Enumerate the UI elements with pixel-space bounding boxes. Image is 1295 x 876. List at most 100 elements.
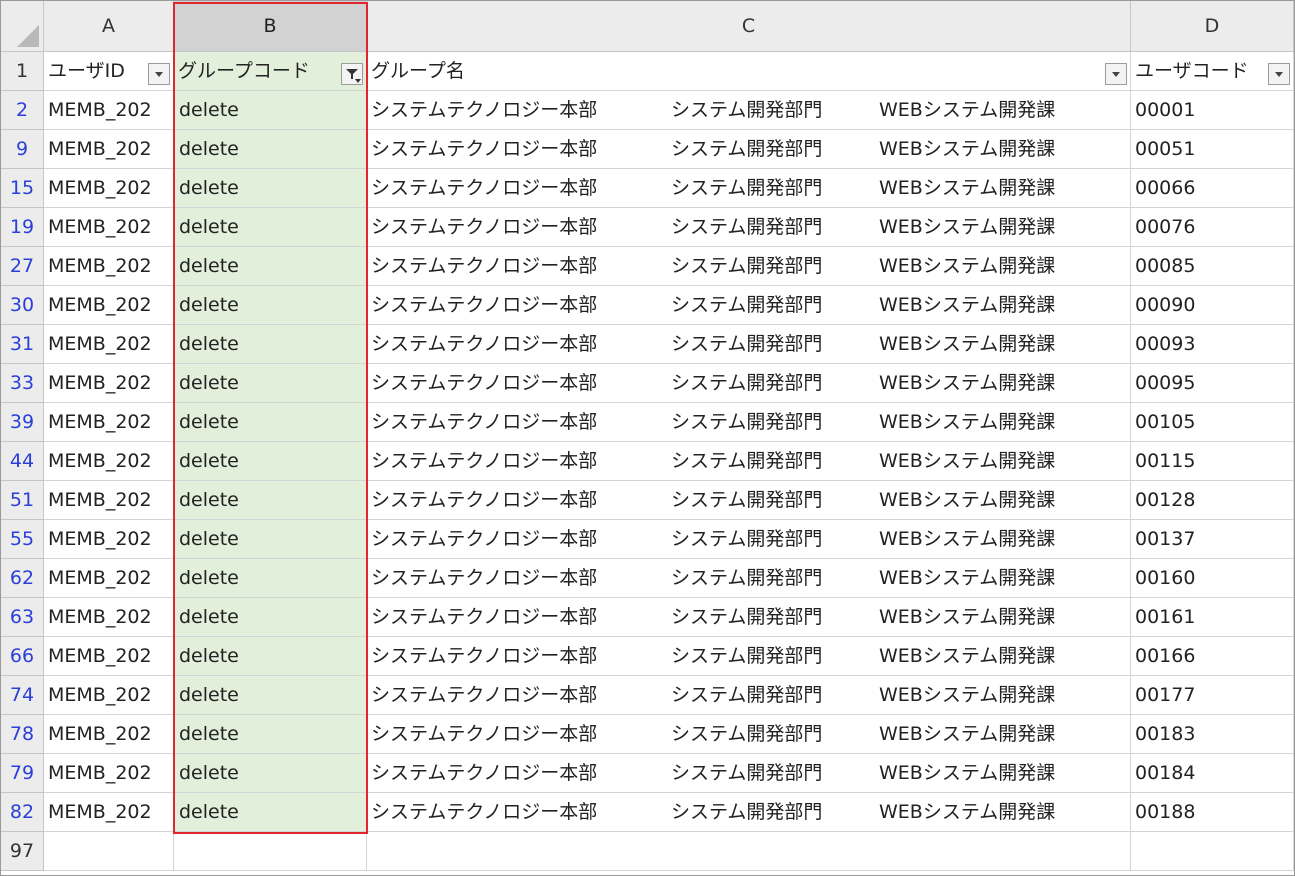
- column-header-a[interactable]: A: [44, 1, 174, 52]
- row-header[interactable]: 15: [1, 169, 44, 208]
- table-cell-c[interactable]: システムテクノロジー本部 システム開発部門 WEBシステム開発課: [367, 169, 1131, 208]
- table-cell-d[interactable]: 00183: [1131, 715, 1294, 754]
- row-header[interactable]: 66: [1, 637, 44, 676]
- table-cell-a[interactable]: MEMB_202: [44, 247, 174, 286]
- table-cell-a[interactable]: MEMB_202: [44, 208, 174, 247]
- column-header-c[interactable]: C: [367, 1, 1131, 52]
- table-cell-d[interactable]: 00137: [1131, 520, 1294, 559]
- table-cell-c[interactable]: システムテクノロジー本部 システム開発部門 WEBシステム開発課: [367, 130, 1131, 169]
- table-cell-a[interactable]: MEMB_202: [44, 325, 174, 364]
- table-cell-c[interactable]: システムテクノロジー本部 システム開発部門 WEBシステム開発課: [367, 754, 1131, 793]
- row-header[interactable]: 63: [1, 598, 44, 637]
- header-cell-a[interactable]: ユーザID: [44, 52, 174, 91]
- table-cell-a[interactable]: MEMB_202: [44, 793, 174, 832]
- table-cell-b[interactable]: delete: [174, 520, 367, 559]
- table-cell-b[interactable]: delete: [174, 364, 367, 403]
- row-header[interactable]: 31: [1, 325, 44, 364]
- row-header[interactable]: 44: [1, 442, 44, 481]
- row-header[interactable]: 9: [1, 130, 44, 169]
- column-header-b[interactable]: B: [174, 1, 367, 52]
- table-cell-b[interactable]: delete: [174, 130, 367, 169]
- table-cell-d[interactable]: 00085: [1131, 247, 1294, 286]
- table-cell-b[interactable]: delete: [174, 676, 367, 715]
- header-cell-b[interactable]: グループコード: [174, 52, 367, 91]
- table-cell-a[interactable]: MEMB_202: [44, 598, 174, 637]
- table-cell-c[interactable]: システムテクノロジー本部 システム開発部門 WEBシステム開発課: [367, 559, 1131, 598]
- table-cell-d[interactable]: 00188: [1131, 793, 1294, 832]
- table-cell-b[interactable]: delete: [174, 715, 367, 754]
- table-cell-b[interactable]: delete: [174, 91, 367, 130]
- table-cell-d[interactable]: 00128: [1131, 481, 1294, 520]
- table-cell-b[interactable]: delete: [174, 208, 367, 247]
- row-header[interactable]: 78: [1, 715, 44, 754]
- header-cell-d[interactable]: ユーザコード: [1131, 52, 1294, 91]
- filter-active-button-b[interactable]: [341, 63, 363, 85]
- row-header[interactable]: 82: [1, 793, 44, 832]
- row-header[interactable]: 51: [1, 481, 44, 520]
- table-cell-a[interactable]: MEMB_202: [44, 442, 174, 481]
- table-cell-c[interactable]: システムテクノロジー本部 システム開発部門 WEBシステム開発課: [367, 637, 1131, 676]
- table-cell-c[interactable]: システムテクノロジー本部 システム開発部門 WEBシステム開発課: [367, 442, 1131, 481]
- table-cell-a[interactable]: MEMB_202: [44, 403, 174, 442]
- table-cell-d[interactable]: 00177: [1131, 676, 1294, 715]
- row-header[interactable]: 33: [1, 364, 44, 403]
- table-cell-d[interactable]: 00095: [1131, 364, 1294, 403]
- table-cell-c[interactable]: システムテクノロジー本部 システム開発部門 WEBシステム開発課: [367, 481, 1131, 520]
- table-cell-b[interactable]: delete: [174, 169, 367, 208]
- table-cell-b[interactable]: delete: [174, 793, 367, 832]
- table-cell-d[interactable]: 00160: [1131, 559, 1294, 598]
- table-cell-c[interactable]: システムテクノロジー本部 システム開発部門 WEBシステム開発課: [367, 715, 1131, 754]
- filter-dropdown-button-d[interactable]: [1268, 63, 1290, 85]
- table-cell-a[interactable]: MEMB_202: [44, 637, 174, 676]
- table-cell-d[interactable]: 00066: [1131, 169, 1294, 208]
- table-cell-d[interactable]: 00076: [1131, 208, 1294, 247]
- table-cell-d[interactable]: 00001: [1131, 91, 1294, 130]
- column-header-d[interactable]: D: [1131, 1, 1294, 52]
- table-cell-d[interactable]: 00115: [1131, 442, 1294, 481]
- table-cell-c[interactable]: システムテクノロジー本部 システム開発部門 WEBシステム開発課: [367, 676, 1131, 715]
- table-cell-c[interactable]: システムテクノロジー本部 システム開発部門 WEBシステム開発課: [367, 598, 1131, 637]
- table-cell-b[interactable]: delete: [174, 325, 367, 364]
- table-cell-b[interactable]: delete: [174, 247, 367, 286]
- table-cell-d[interactable]: 00184: [1131, 754, 1294, 793]
- table-cell-c[interactable]: システムテクノロジー本部 システム開発部門 WEBシステム開発課: [367, 286, 1131, 325]
- table-cell-a[interactable]: MEMB_202: [44, 481, 174, 520]
- table-cell-a[interactable]: MEMB_202: [44, 169, 174, 208]
- row-header[interactable]: 30: [1, 286, 44, 325]
- table-cell-b[interactable]: delete: [174, 637, 367, 676]
- table-cell-a[interactable]: MEMB_202: [44, 130, 174, 169]
- table-cell-c[interactable]: システムテクノロジー本部 システム開発部門 WEBシステム開発課: [367, 247, 1131, 286]
- table-cell-d[interactable]: 00161: [1131, 598, 1294, 637]
- table-cell-a[interactable]: MEMB_202: [44, 286, 174, 325]
- table-cell-d[interactable]: 00166: [1131, 637, 1294, 676]
- table-cell-c[interactable]: システムテクノロジー本部 システム開発部門 WEBシステム開発課: [367, 208, 1131, 247]
- row-header-1[interactable]: 1: [1, 52, 44, 91]
- row-header[interactable]: 74: [1, 676, 44, 715]
- row-header[interactable]: 55: [1, 520, 44, 559]
- table-cell-b[interactable]: delete: [174, 754, 367, 793]
- table-cell-b[interactable]: delete: [174, 598, 367, 637]
- table-cell-c[interactable]: システムテクノロジー本部 システム開発部門 WEBシステム開発課: [367, 91, 1131, 130]
- row-header-trailing[interactable]: 97: [1, 832, 44, 871]
- table-cell-d[interactable]: 00090: [1131, 286, 1294, 325]
- table-cell-a[interactable]: MEMB_202: [44, 559, 174, 598]
- table-cell-b[interactable]: delete: [174, 559, 367, 598]
- table-cell-a[interactable]: MEMB_202: [44, 754, 174, 793]
- table-cell-d[interactable]: 00093: [1131, 325, 1294, 364]
- table-cell-a[interactable]: MEMB_202: [44, 715, 174, 754]
- table-cell-b[interactable]: delete: [174, 481, 367, 520]
- table-cell-b[interactable]: delete: [174, 286, 367, 325]
- table-cell-b[interactable]: delete: [174, 442, 367, 481]
- row-header[interactable]: 62: [1, 559, 44, 598]
- filter-dropdown-button-a[interactable]: [148, 63, 170, 85]
- row-header[interactable]: 19: [1, 208, 44, 247]
- empty-cell-c[interactable]: [367, 832, 1131, 871]
- table-cell-a[interactable]: MEMB_202: [44, 676, 174, 715]
- table-cell-b[interactable]: delete: [174, 403, 367, 442]
- table-cell-a[interactable]: MEMB_202: [44, 520, 174, 559]
- table-cell-a[interactable]: MEMB_202: [44, 364, 174, 403]
- table-cell-c[interactable]: システムテクノロジー本部 システム開発部門 WEBシステム開発課: [367, 793, 1131, 832]
- table-cell-d[interactable]: 00051: [1131, 130, 1294, 169]
- table-cell-d[interactable]: 00105: [1131, 403, 1294, 442]
- empty-cell-b[interactable]: [174, 832, 367, 871]
